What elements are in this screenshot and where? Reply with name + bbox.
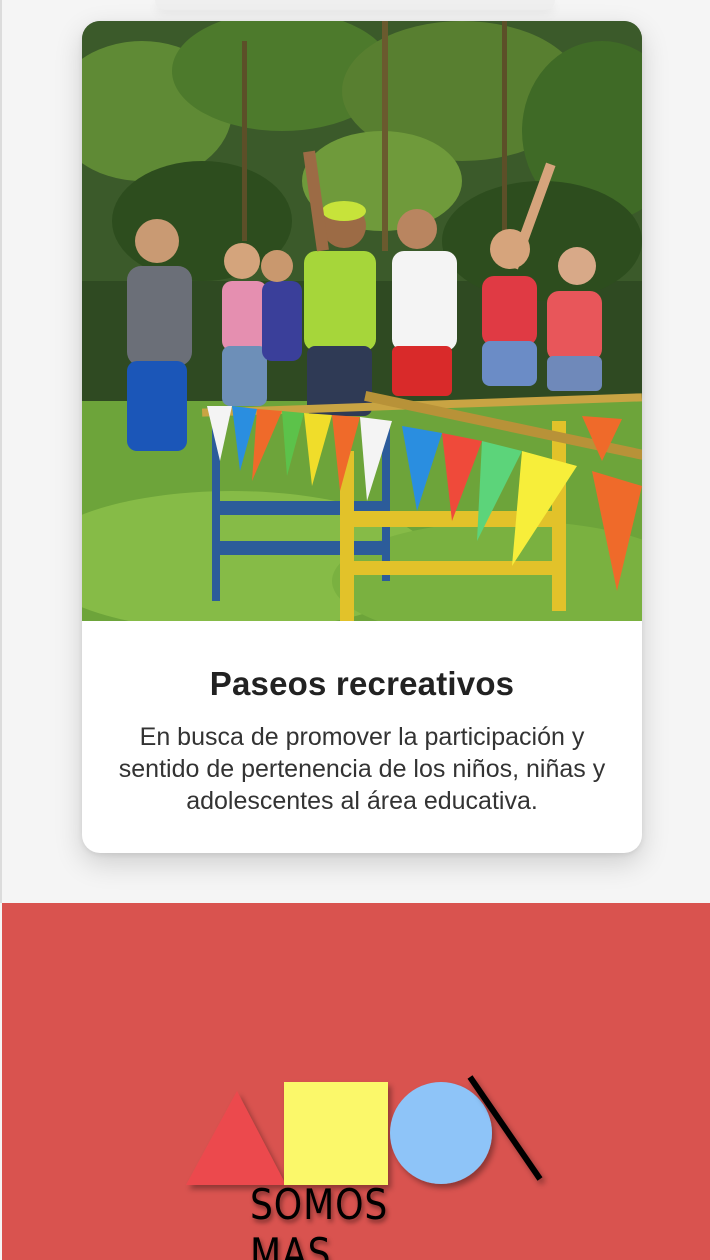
page: Paseos recreativos En busca de promover … xyxy=(0,0,710,1260)
card-description: En busca de promover la participación y … xyxy=(118,723,606,815)
activity-card[interactable]: Paseos recreativos En busca de promover … xyxy=(82,21,642,853)
previous-card-edge xyxy=(155,0,555,10)
logo-text: SOMOS MAS xyxy=(250,1180,389,1260)
activity-photo xyxy=(82,21,642,621)
divider xyxy=(0,0,2,903)
card-title: Paseos recreativos xyxy=(209,665,515,702)
footer: SOMOS MAS xyxy=(2,903,710,1260)
